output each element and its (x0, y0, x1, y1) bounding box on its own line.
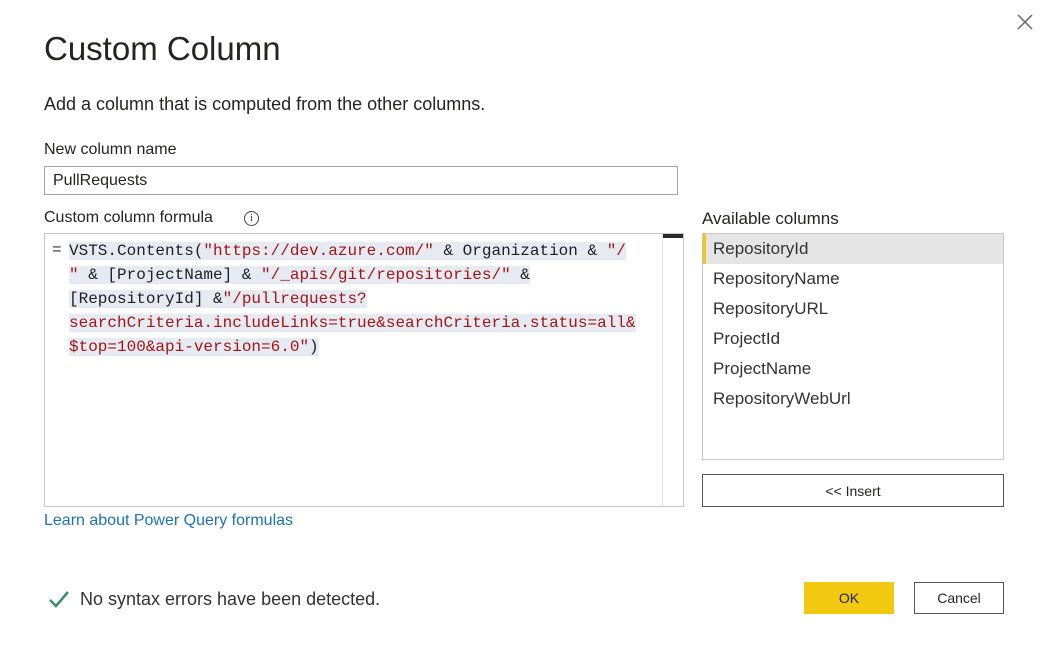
formula-line: searchCriteria.includeLinks=true&searchC… (69, 311, 659, 335)
cancel-button[interactable]: Cancel (914, 582, 1004, 614)
formula-code[interactable]: VSTS.Contents("https://dev.azure.com/" &… (69, 239, 659, 359)
formula-token: & Organization & (433, 242, 607, 260)
formula-token: [RepositoryId] & (69, 290, 223, 308)
available-column-item[interactable]: RepositoryURL (703, 294, 1003, 324)
close-icon (1017, 14, 1033, 30)
ok-button[interactable]: OK (804, 582, 894, 614)
formula-token: " (69, 266, 79, 284)
status-text: No syntax errors have been detected. (80, 588, 381, 609)
formula-line: " & [ProjectName] & "/_apis/git/reposito… (69, 263, 659, 287)
formula-token: searchCriteria.includeLinks=true&searchC… (69, 314, 636, 332)
available-column-item[interactable]: RepositoryWebUrl (703, 384, 1003, 414)
formula-token: ) (309, 338, 319, 356)
formula-token: "/ (606, 242, 626, 260)
info-icon[interactable]: i (244, 211, 259, 226)
formula-line: [RepositoryId] &"/pullrequests? (69, 287, 659, 311)
formula-token: & [ProjectName] & (78, 266, 262, 284)
formula-token: "https://dev.azure.com/" (203, 242, 434, 260)
learn-formulas-link[interactable]: Learn about Power Query formulas (44, 512, 293, 530)
close-button[interactable] (1010, 8, 1040, 36)
formula-token: $top=100&api-version=6.0" (69, 338, 310, 356)
formula-prefix: = (52, 241, 62, 259)
available-column-item[interactable]: ProjectId (703, 324, 1003, 354)
insert-button[interactable]: << Insert (702, 474, 1004, 507)
formula-line-text: searchCriteria.includeLinks=true&searchC… (69, 314, 636, 332)
formula-line-text: " & [ProjectName] & "/_apis/git/reposito… (69, 266, 530, 284)
formula-line: VSTS.Contents("https://dev.azure.com/" &… (69, 239, 659, 263)
formula-label: Custom column formula (44, 209, 213, 226)
available-column-item[interactable]: RepositoryId (703, 234, 1003, 264)
available-column-item[interactable]: RepositoryName (703, 264, 1003, 294)
formula-token: & (510, 266, 530, 284)
scrollbar-thumb[interactable] (663, 234, 683, 238)
formula-token: "/pullrequests? (222, 290, 367, 308)
column-name-label: New column name (44, 141, 177, 158)
dialog-title: Custom Column (44, 30, 281, 67)
formula-line-text: VSTS.Contents("https://dev.azure.com/" &… (69, 242, 626, 260)
formula-token: "/_apis/git/repositories/" (261, 266, 511, 284)
available-column-item[interactable]: ProjectName (703, 354, 1003, 384)
editor-scrollbar[interactable] (662, 234, 683, 506)
formula-line: $top=100&api-version=6.0") (69, 335, 659, 359)
formula-line-text: $top=100&api-version=6.0") (69, 338, 319, 356)
formula-editor[interactable]: = VSTS.Contents("https://dev.azure.com/"… (44, 233, 684, 507)
formula-line-text: [RepositoryId] &"/pullrequests? (69, 290, 367, 308)
formula-token: VSTS.Contents( (69, 242, 204, 260)
column-name-input[interactable] (44, 166, 678, 195)
available-columns-list[interactable]: RepositoryId RepositoryName RepositoryURL P… (702, 233, 1004, 460)
dialog-subtitle: Add a column that is computed from the o… (44, 94, 486, 114)
syntax-status: No syntax errors have been detected. (48, 588, 380, 610)
available-columns-label: Available columns (702, 209, 839, 228)
checkmark-icon (49, 591, 69, 608)
